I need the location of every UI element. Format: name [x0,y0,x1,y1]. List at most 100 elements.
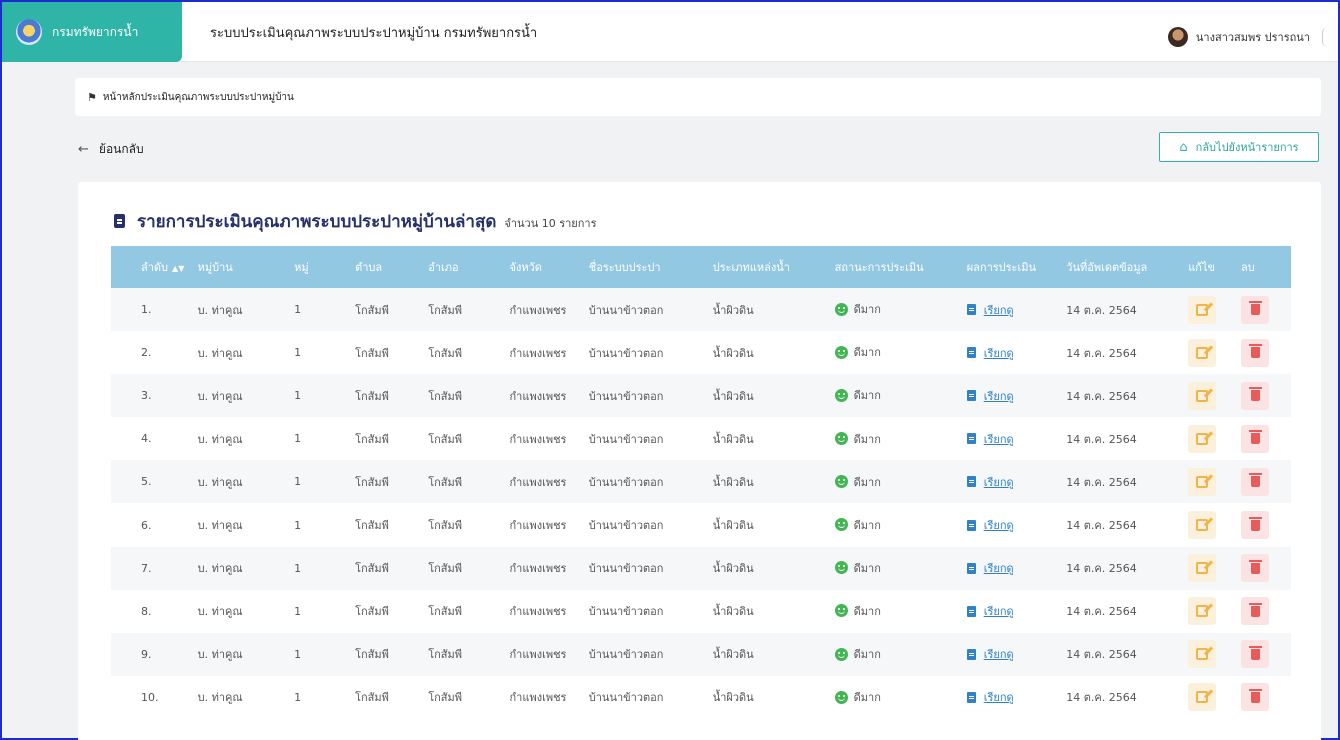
cell-result: เรียกดู [961,288,1061,331]
cell-edit [1182,331,1235,374]
cell-no: 1. [141,303,152,317]
delete-button[interactable] [1241,511,1270,540]
document-icon [966,605,976,617]
trash-icon [1248,688,1262,703]
status-badge: ดีมาก [834,602,881,620]
view-result-link[interactable]: เรียกดู [966,473,1014,491]
edit-button[interactable] [1188,683,1217,712]
result-label: เรียกดู [983,346,1014,360]
user-menu-edge [1322,27,1328,47]
edit-button[interactable] [1188,640,1217,669]
status-badge: ดีมาก [834,343,881,361]
cell-tambon: โกสัมพี [355,605,389,619]
view-result-link[interactable]: เรียกดู [966,430,1014,448]
status-badge: ดีมาก [834,300,881,318]
clipboard-icon [114,214,125,228]
cell-source: น้ำผิวดิน [712,691,754,705]
table-row: 2. บ. ท่าคูณ 1 โกสัมพี โกสัมพี กำแพงเพชร บ้านน… [111,331,1291,375]
header-province: จังหวัด [509,261,542,274]
cell-moo: 1 [294,690,302,704]
cell-delete [1235,633,1291,676]
cell-result: เรียกดู [961,331,1061,374]
view-result-link[interactable]: เรียกดู [966,344,1014,362]
delete-button[interactable] [1241,424,1270,453]
edit-button[interactable] [1188,295,1217,324]
edit-icon [1196,475,1209,488]
smile-icon [834,690,848,704]
back-link[interactable]: ← ย้อนกลับ [78,140,144,159]
home-icon[interactable]: ⚑ [87,91,97,104]
cell-delete [1235,547,1291,590]
view-result-link[interactable]: เรียกดู [966,602,1014,620]
cell-moo: 1 [294,475,302,489]
status-label: ดีมาก [853,432,881,446]
cell-status: ดีมาก [829,676,961,719]
edit-button[interactable] [1188,554,1217,583]
result-label: เรียกดู [983,389,1014,403]
delete-button[interactable] [1241,295,1270,324]
edit-icon [1196,519,1209,532]
avatar [1167,27,1188,47]
edit-button[interactable] [1188,381,1217,410]
document-icon [966,390,976,402]
result-label: เรียกดู [983,691,1014,705]
cell-delete [1235,417,1291,460]
brand[interactable]: กรมทรัพยากรน้ำ [2,2,182,62]
delete-button[interactable] [1241,683,1270,712]
edit-button[interactable] [1188,597,1217,626]
cell-village: บ. ท่าคูณ [197,475,243,489]
smile-icon [834,518,848,532]
cell-tambon: โกสัมพี [355,562,389,576]
cell-tambon: โกสัมพี [355,519,389,533]
trash-icon [1248,344,1262,359]
edit-button[interactable] [1188,338,1217,367]
cell-moo: 1 [294,647,302,661]
return-label: กลับไปยังหน้ารายการ [1195,141,1299,154]
status-label: ดีมาก [853,604,881,618]
cell-no: 2. [141,346,152,360]
cell-no: 5. [141,475,152,489]
cell-tambon: โกสัมพี [355,475,389,489]
cell-tambon: โกสัมพี [355,648,389,662]
result-label: เรียกดู [983,519,1014,533]
edit-button[interactable] [1188,424,1217,453]
view-result-link[interactable]: เรียกดู [966,387,1014,405]
edit-button[interactable] [1188,467,1217,496]
header-no[interactable]: ลำดับ ▲▼ [111,246,192,288]
trash-icon [1248,387,1262,402]
cell-amphoe: โกสัมพี [428,691,463,705]
status-label: ดีมาก [853,346,881,360]
trash-icon [1248,516,1262,531]
back-label: ย้อนกลับ [98,142,144,156]
view-result-link[interactable]: เรียกดู [966,645,1014,663]
delete-button[interactable] [1241,467,1270,496]
cell-no: 3. [141,389,152,403]
cell-moo: 1 [294,389,302,403]
view-result-link[interactable]: เรียกดู [966,559,1014,577]
top-bar: กรมทรัพยากรน้ำ ระบบประเมินคุณภาพระบบประป… [2,2,1338,62]
delete-button[interactable] [1241,381,1270,410]
record-count: จำนวน 10 รายการ [504,217,597,230]
header-village: หมู่บ้าน [197,261,233,274]
return-to-list-button[interactable]: ⌂ กลับไปยังหน้ารายการ [1159,132,1319,162]
view-result-link[interactable]: เรียกดู [966,301,1014,319]
house-icon: ⌂ [1179,139,1188,155]
delete-button[interactable] [1241,554,1270,583]
delete-button[interactable] [1241,338,1270,367]
cell-result: เรียกดู [961,503,1061,546]
cell-village: บ. ท่าคูณ [197,691,243,705]
cell-edit [1182,460,1235,503]
trash-icon [1248,301,1262,316]
delete-button[interactable] [1241,640,1270,669]
edit-button[interactable] [1188,511,1217,540]
breadcrumb-label[interactable]: หน้าหลักประเมินคุณภาพระบบประปาหมู่บ้าน [103,90,294,105]
document-icon [966,648,976,660]
cell-village: บ. ท่าคูณ [197,432,243,446]
cell-result: เรียกดู [961,460,1061,503]
view-result-link[interactable]: เรียกดู [966,688,1014,706]
delete-button[interactable] [1241,597,1270,626]
view-result-link[interactable]: เรียกดู [966,516,1014,534]
sort-icon[interactable]: ▲▼ [172,264,184,273]
user-menu[interactable]: นางสาวสมพร ปรารถนา [1164,24,1338,50]
header-delete: ลบ [1241,261,1255,274]
